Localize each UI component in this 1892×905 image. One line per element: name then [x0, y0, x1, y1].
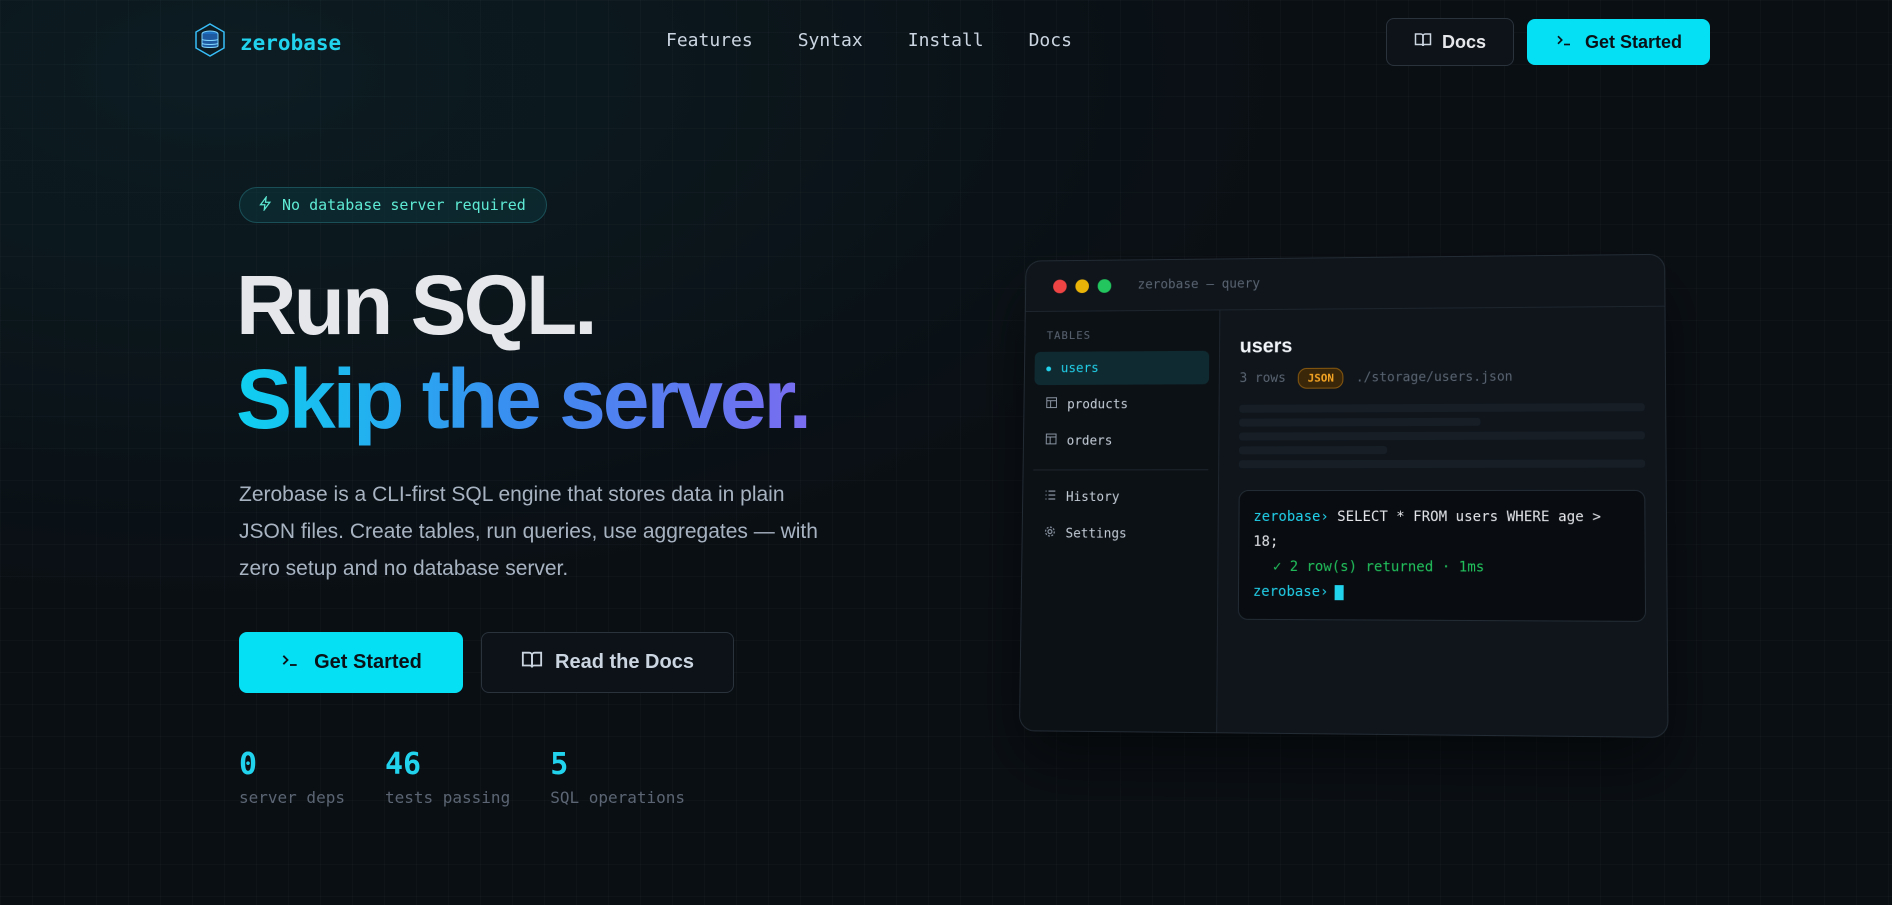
sidebar-item-settings[interactable]: Settings [1032, 517, 1208, 551]
nav-link-features[interactable]: Features [666, 30, 753, 51]
get-started-button[interactable]: Get Started [1527, 19, 1710, 65]
nav-link-install[interactable]: Install [908, 30, 984, 51]
sidebar-item-orders[interactable]: orders [1033, 424, 1208, 458]
sidebar-item-label: orders [1066, 433, 1113, 449]
book-icon [1414, 31, 1432, 54]
stats: 0 server deps 46 tests passing 5 SQL ope… [239, 746, 685, 807]
stat-value: 46 [384, 747, 422, 782]
minimize-dot-icon [1075, 278, 1090, 293]
window-main: users 3 rows JSON ./storage/users.json z… [1217, 307, 1667, 738]
stat-label: SQL operations [550, 788, 686, 807]
window-titlebar: zerobase — query [1025, 254, 1665, 313]
book-icon [521, 649, 543, 677]
hero-badge: No database server required [239, 187, 547, 223]
sidebar-item-products[interactable]: products [1034, 387, 1209, 421]
skeleton-row [1239, 417, 1481, 427]
sidebar-item-label: users [1060, 360, 1099, 376]
terminal-icon [1555, 31, 1573, 54]
read-docs-button[interactable]: Read the Docs [481, 632, 734, 693]
sidebar-item-label: Settings [1065, 526, 1127, 542]
terminal[interactable]: zerobase› SELECT * FROM users WHERE age … [1237, 489, 1647, 622]
app-preview: zerobase — query TABLES users products o… [1010, 253, 1670, 745]
list-icon [1044, 489, 1056, 505]
maximize-dot-icon [1097, 278, 1112, 293]
terminal-cursor [1334, 584, 1344, 600]
terminal-icon [280, 650, 300, 676]
hero-title: Run SQL. Skip the server. [236, 258, 812, 446]
lightning-icon [258, 194, 273, 215]
terminal-line: zerobase› [1253, 580, 1631, 607]
table-icon [1045, 433, 1057, 449]
skeleton-row [1239, 431, 1645, 441]
brand[interactable]: zerobase [192, 22, 341, 63]
sidebar-item-users[interactable]: users [1034, 350, 1210, 386]
table-skeleton [1238, 403, 1646, 469]
stat-label: tests passing [384, 788, 511, 807]
table-title: users [1239, 335, 1293, 358]
table-icon [1046, 397, 1058, 413]
window-title: zerobase — query [1137, 276, 1261, 293]
nav-link-syntax[interactable]: Syntax [798, 30, 863, 51]
file-path: ./storage/users.json [1355, 369, 1513, 386]
hero-get-started-button[interactable]: Get Started [239, 632, 463, 693]
database-logo-icon [192, 22, 228, 63]
get-started-label: Get Started [1584, 31, 1683, 52]
stat-value: 5 [550, 747, 569, 782]
skeleton-row [1239, 403, 1645, 413]
hero-title-line2: Skip the server. [236, 352, 812, 446]
nav-links: Features Syntax Install Docs [666, 30, 1072, 51]
terminal-line: zerobase› SELECT * FROM users WHERE age … [1253, 505, 1630, 556]
skeleton-row [1238, 446, 1388, 455]
close-dot-icon [1053, 279, 1067, 293]
stat-item: 5 SQL operations [550, 746, 685, 807]
sidebar-item-history[interactable]: History [1033, 480, 1209, 514]
row-count: 3 rows [1239, 371, 1286, 387]
terminal-prompt: zerobase› [1252, 583, 1329, 601]
read-docs-label: Read the Docs [555, 651, 694, 673]
sidebar-heading: TABLES [1046, 329, 1092, 343]
terminal-prompt: zerobase› [1253, 508, 1329, 525]
stat-value: 0 [239, 747, 258, 782]
sidebar-item-label: History [1065, 489, 1120, 505]
docs-button[interactable]: Docs [1386, 18, 1514, 66]
window-sidebar: TABLES users products orders History Set… [1019, 310, 1221, 735]
stat-label: server deps [239, 788, 345, 807]
hero-description: Zerobase is a CLI-first SQL engine that … [239, 483, 818, 580]
skeleton-row [1238, 459, 1646, 469]
active-dot-icon [1046, 365, 1052, 371]
nav-link-docs[interactable]: Docs [1029, 30, 1072, 51]
hero-get-started-label: Get Started [314, 651, 422, 673]
docs-button-label: Docs [1441, 31, 1486, 52]
app-window: zerobase — query TABLES users products o… [1018, 253, 1669, 738]
stat-item: 46 tests passing [385, 746, 510, 807]
top-nav: zerobase Features Syntax Install Docs Do… [0, 0, 1892, 84]
terminal-result: ✓ 2 row(s) returned · 1ms [1272, 558, 1485, 576]
hero-badge-text: No database server required [282, 196, 526, 214]
stat-item: 0 server deps [239, 746, 345, 807]
table-meta: 3 rows JSON ./storage/users.json [1239, 366, 1644, 389]
sidebar-item-label: products [1067, 396, 1129, 412]
hero-title-line1: Run SQL. [236, 258, 598, 352]
brand-name: zerobase [240, 30, 342, 55]
sidebar-divider [1033, 469, 1209, 471]
gear-icon [1044, 526, 1056, 542]
format-badge: JSON [1297, 367, 1344, 389]
